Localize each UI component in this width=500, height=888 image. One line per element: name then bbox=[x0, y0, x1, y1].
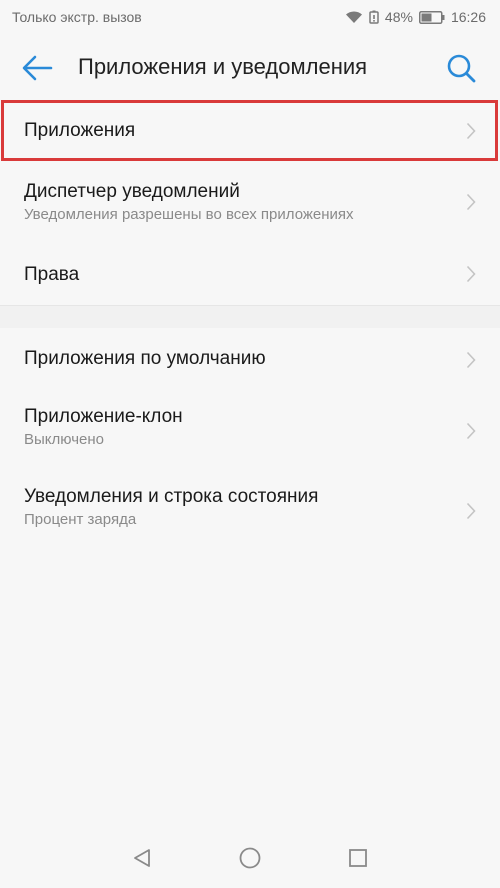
clock: 16:26 bbox=[450, 9, 486, 25]
chevron-right-icon bbox=[466, 351, 476, 368]
settings-list: Приложения Диспетчер уведомлений Уведомл… bbox=[0, 100, 500, 551]
list-item-title: Приложения bbox=[24, 120, 136, 141]
page-title: Приложения и уведомления bbox=[78, 54, 368, 79]
chevron-right-icon bbox=[466, 502, 476, 520]
list-item-title: Права bbox=[24, 264, 80, 285]
carrier-text: Только экстр. вызов bbox=[12, 9, 142, 25]
list-item-notification-manager[interactable]: Диспетчер уведомлений Уведомления разреш… bbox=[0, 161, 500, 243]
status-icons: 48% 16:26 bbox=[345, 9, 486, 25]
battery-percent: 48% bbox=[384, 9, 413, 25]
status-bar: Только экстр. вызов 48% 16:26 bbox=[0, 0, 500, 34]
home-circle-icon bbox=[239, 847, 261, 869]
nav-back-button[interactable] bbox=[127, 843, 157, 873]
list-item-apps[interactable]: Приложения bbox=[0, 100, 500, 161]
list-item-subtitle: Выключено bbox=[24, 431, 104, 448]
section-divider bbox=[0, 305, 500, 328]
list-item-default-apps[interactable]: Приложения по умолчанию bbox=[0, 328, 500, 391]
chevron-right-icon bbox=[466, 122, 476, 139]
arrow-left-icon bbox=[22, 55, 53, 81]
list-item-title: Приложение-клон bbox=[24, 406, 183, 427]
list-item-title: Диспетчер уведомлений bbox=[24, 181, 240, 202]
list-item-app-twin[interactable]: Приложение-клон Выключено bbox=[0, 391, 500, 471]
battery-saver-icon bbox=[369, 10, 379, 24]
back-triangle-icon bbox=[134, 849, 150, 867]
battery-icon bbox=[418, 10, 445, 24]
list-item-title: Приложения по умолчанию bbox=[24, 348, 266, 369]
list-item-permissions[interactable]: Права bbox=[0, 243, 500, 305]
search-button[interactable] bbox=[444, 51, 478, 85]
wifi-icon bbox=[345, 11, 362, 23]
nav-home-button[interactable] bbox=[235, 843, 265, 873]
search-icon bbox=[447, 54, 476, 83]
nav-recents-button[interactable] bbox=[343, 843, 373, 873]
list-item-notifications-status-bar[interactable]: Уведомления и строка состояния Процент з… bbox=[0, 471, 500, 551]
back-button[interactable] bbox=[20, 53, 54, 83]
app-bar: Приложения и уведомления bbox=[0, 34, 500, 100]
list-item-subtitle: Уведомления разрешены во всех приложения… bbox=[24, 206, 354, 223]
chevron-right-icon bbox=[466, 422, 476, 440]
recents-square-icon bbox=[349, 849, 367, 867]
navigation-bar bbox=[0, 828, 500, 888]
list-item-subtitle: Процент заряда bbox=[24, 511, 137, 528]
list-item-title: Уведомления и строка состояния bbox=[24, 486, 319, 507]
chevron-right-icon bbox=[466, 265, 476, 283]
chevron-right-icon bbox=[466, 193, 476, 211]
